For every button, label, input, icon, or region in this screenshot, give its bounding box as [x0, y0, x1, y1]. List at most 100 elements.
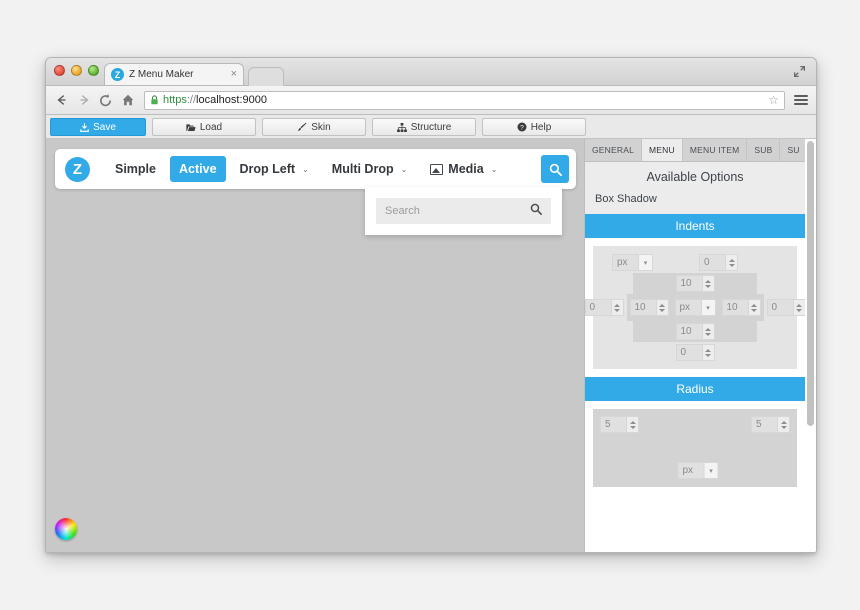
settings-tabs: GENERAL MENU MENU ITEM SUB SU	[585, 139, 805, 162]
menu-item-label: Active	[179, 162, 217, 176]
menu-item-active[interactable]: Active	[170, 156, 226, 182]
settings-panel: GENERAL MENU MENU ITEM SUB SU Available …	[584, 139, 816, 552]
margin-right-input[interactable]: 0	[766, 299, 805, 316]
chevron-down-icon: ⌄	[490, 164, 498, 174]
menu-item-drop-left[interactable]: Drop Left ⌄	[231, 156, 318, 182]
stepper-arrows-icon[interactable]	[792, 299, 805, 316]
zoom-window-button[interactable]	[88, 65, 99, 76]
radius-unit-select[interactable]: px ▾	[677, 462, 719, 479]
margin-left-value: 0	[585, 299, 611, 316]
help-button[interactable]: ? Help	[482, 118, 586, 136]
stepper-arrows-icon[interactable]	[610, 299, 624, 316]
indents-row-middle: 0 10 px ▾ 10 0	[585, 294, 805, 321]
margin-unit-select[interactable]: px ▾	[612, 254, 653, 271]
load-button[interactable]: Load	[152, 118, 256, 136]
stepper-arrows-icon[interactable]	[777, 416, 790, 433]
radius-top-right-input[interactable]: 5	[751, 416, 790, 433]
section-header-indents: Indents	[585, 214, 805, 238]
stepper-arrows-icon[interactable]	[701, 344, 715, 361]
stepper-arrows-icon[interactable]	[747, 299, 761, 316]
padding-bottom-input[interactable]: 10	[675, 323, 715, 340]
save-button-label: Save	[93, 121, 116, 133]
stepper-arrows-icon[interactable]	[701, 275, 715, 292]
favicon-icon: Z	[111, 68, 124, 81]
help-button-label: Help	[530, 121, 552, 133]
padding-right-input[interactable]: 10	[721, 299, 761, 316]
new-tab-button[interactable]	[248, 67, 284, 86]
padding-unit-value: px	[674, 299, 701, 316]
skin-button-label: Skin	[311, 121, 331, 133]
lock-icon	[151, 95, 158, 105]
home-icon[interactable]	[120, 93, 135, 108]
available-options-title: Available Options	[585, 162, 805, 189]
padding-right-value: 10	[721, 299, 748, 316]
option-box-shadow[interactable]: Box Shadow	[585, 189, 805, 214]
padding-bottom-value: 10	[675, 323, 702, 340]
structure-button-label: Structure	[410, 121, 452, 133]
tab-menu-item[interactable]: MENU ITEM	[682, 139, 748, 161]
stepper-arrows-icon[interactable]	[725, 254, 738, 271]
stepper-arrows-icon[interactable]	[626, 416, 639, 433]
padding-left-input[interactable]: 10	[629, 299, 669, 316]
chevron-down-icon: ▾	[638, 254, 653, 271]
menu-item-media[interactable]: Media ⌄	[421, 156, 506, 182]
save-button[interactable]: Save	[50, 118, 146, 136]
search-toggle-button[interactable]	[541, 155, 569, 183]
svg-text:?: ?	[520, 125, 524, 132]
search-icon	[549, 163, 562, 176]
search-input[interactable]: Search	[376, 198, 551, 224]
radius-top-left-value: 5	[600, 416, 626, 433]
padding-left-value: 10	[629, 299, 656, 316]
panel-scrollbar-thumb[interactable]	[807, 141, 814, 426]
menu-item-multi-drop[interactable]: Multi Drop ⌄	[323, 156, 417, 182]
close-icon[interactable]: ×	[231, 69, 237, 80]
margin-bottom-value: 0	[675, 344, 702, 361]
maximize-icon[interactable]	[793, 65, 806, 78]
sitemap-icon	[396, 122, 407, 132]
back-arrow-icon[interactable]	[54, 93, 69, 108]
minimize-window-button[interactable]	[71, 65, 82, 76]
structure-button[interactable]: Structure	[372, 118, 476, 136]
close-window-button[interactable]	[54, 65, 65, 76]
padding-unit-select[interactable]: px ▾	[674, 299, 716, 316]
margin-left-input[interactable]: 0	[585, 299, 624, 316]
browser-window: Z Z Menu Maker × https://localhost:9000 …	[45, 57, 817, 553]
radius-unit-value: px	[677, 462, 704, 479]
tab-title: Z Menu Maker	[129, 69, 194, 80]
indents-row-padding-bottom: 10	[633, 321, 757, 342]
menu-item-label: Multi Drop	[331, 162, 394, 176]
chevron-down-icon: ▾	[700, 299, 716, 316]
padding-top-input[interactable]: 10	[675, 275, 715, 292]
save-download-icon	[80, 122, 89, 132]
radius-top-left-input[interactable]: 5	[600, 416, 639, 433]
stepper-arrows-icon[interactable]	[701, 323, 715, 340]
reload-icon[interactable]	[98, 93, 113, 108]
design-canvas: Z Simple Active Drop Left ⌄ Multi Drop ⌄	[46, 139, 585, 552]
menu-item-simple[interactable]: Simple	[106, 156, 165, 182]
padding-middle-group: 10 px ▾ 10	[626, 294, 764, 321]
browser-tab[interactable]: Z Z Menu Maker ×	[104, 63, 244, 85]
brand-logo-icon[interactable]: Z	[65, 156, 90, 182]
margin-top-input[interactable]: 0	[699, 254, 738, 271]
tab-sub[interactable]: SUB	[747, 139, 781, 161]
search-icon[interactable]	[530, 202, 542, 220]
bookmark-star-icon[interactable]: ☆	[768, 94, 779, 106]
color-wheel-icon[interactable]	[55, 518, 77, 540]
address-bar[interactable]: https://localhost:9000 ☆	[144, 90, 785, 110]
forward-arrow-icon[interactable]	[76, 93, 91, 108]
skin-button[interactable]: Skin	[262, 118, 366, 136]
panel-scrollbar[interactable]	[805, 139, 816, 552]
tab-menu[interactable]: MENU	[642, 139, 683, 161]
hamburger-menu-icon[interactable]	[794, 94, 808, 107]
section-body-radius: 5 5 px ▾	[585, 401, 805, 495]
picture-icon	[430, 163, 444, 175]
window-controls	[54, 65, 99, 76]
stepper-arrows-icon[interactable]	[655, 299, 669, 316]
tab-general[interactable]: GENERAL	[585, 139, 643, 161]
tab-sub-2[interactable]: SU	[780, 139, 805, 161]
margin-bottom-input[interactable]: 0	[675, 344, 715, 361]
radius-box-editor: 5 5 px ▾	[593, 409, 797, 487]
app-toolbar: Save Load Skin Structure ? Help	[46, 115, 816, 139]
paintbrush-icon	[297, 122, 307, 132]
url-host: localhost:9000	[196, 94, 267, 106]
